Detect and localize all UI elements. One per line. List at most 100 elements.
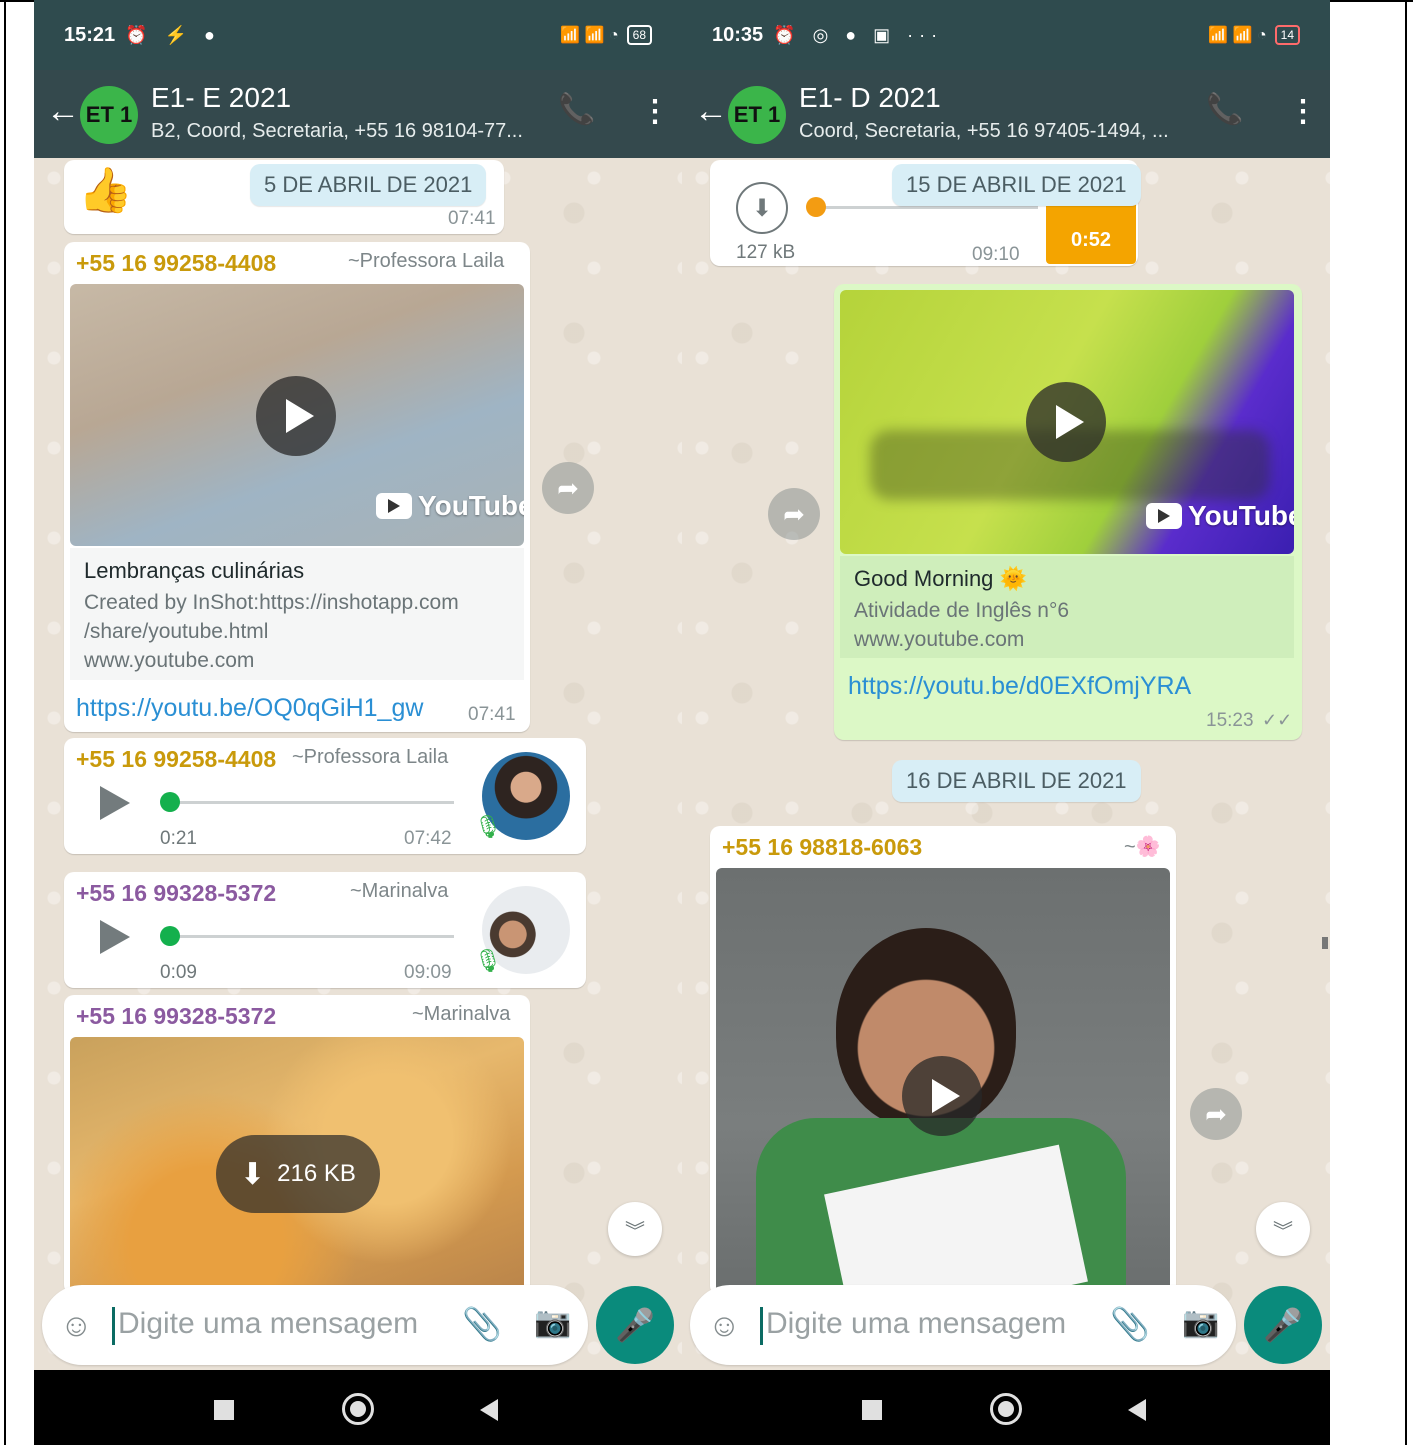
chat-header: ← ET 1 E1- D 2021 Coord, Secretaria, +55… bbox=[682, 70, 1330, 158]
message-time: 07:41 bbox=[448, 208, 496, 229]
thumbs-up-emoji: 👍 bbox=[78, 166, 133, 215]
voice-progress-handle[interactable] bbox=[160, 926, 180, 946]
sender-phone[interactable]: +55 16 99258-4408 bbox=[76, 250, 276, 277]
add-call-icon[interactable]: 📞 bbox=[558, 92, 595, 127]
voice-message[interactable]: +55 16 99328-5372 ~Marinalva 0:09 09:09 … bbox=[64, 872, 586, 988]
group-avatar[interactable]: ET 1 bbox=[80, 86, 138, 144]
audio-progress-handle[interactable] bbox=[806, 197, 826, 217]
image-size: 216 KB bbox=[277, 1160, 356, 1187]
message-time: 09:10 bbox=[972, 244, 1020, 265]
voice-message[interactable]: +55 16 99258-4408 ~Professora Laila 0:21… bbox=[64, 738, 586, 854]
link-preview[interactable]: Lembranças culinárias Created by InShot:… bbox=[70, 548, 524, 680]
play-icon[interactable] bbox=[256, 376, 336, 456]
chat-title[interactable]: E1- E 2021 bbox=[151, 82, 291, 114]
sender-name: ~Marinalva bbox=[350, 880, 449, 902]
back-arrow-icon[interactable]: ← bbox=[46, 92, 80, 131]
sender-phone[interactable]: +55 16 99328-5372 bbox=[76, 1003, 276, 1030]
android-nav-bar bbox=[682, 1370, 1330, 1445]
back-arrow-icon[interactable]: ← bbox=[694, 92, 728, 131]
sender-phone[interactable]: +55 16 98818-6063 bbox=[722, 834, 922, 861]
home-icon[interactable] bbox=[990, 1393, 1022, 1425]
voice-progress-track[interactable] bbox=[170, 801, 454, 804]
play-icon[interactable] bbox=[902, 1056, 982, 1136]
status-icons: ⏰ ⚡ ● bbox=[125, 24, 221, 45]
message-input[interactable]: Digite uma mensagem bbox=[766, 1307, 1066, 1341]
status-time: 15:21 bbox=[64, 23, 116, 46]
youtube-logo: YouTube bbox=[376, 490, 524, 522]
link-title: Lembranças culinárias bbox=[84, 558, 305, 583]
video-message[interactable]: +55 16 99258-4408 ~Professora Laila YouT… bbox=[64, 242, 530, 732]
status-icons: ⏰ ◎ ● ▣ ··· bbox=[773, 24, 944, 45]
frame-left bbox=[4, 0, 6, 1445]
sender-phone[interactable]: +55 16 99328-5372 bbox=[76, 880, 276, 907]
audio-progress-track[interactable] bbox=[818, 206, 1038, 209]
recent-apps-icon[interactable] bbox=[862, 1400, 882, 1420]
video-thumbnail[interactable] bbox=[716, 868, 1170, 1296]
image-thumbnail[interactable]: ⬇ 216 KB bbox=[70, 1037, 524, 1295]
video-thumbnail[interactable]: YouTube bbox=[70, 284, 524, 546]
home-icon[interactable] bbox=[342, 1393, 374, 1425]
voice-progress-handle[interactable] bbox=[160, 792, 180, 812]
nav-back-icon[interactable] bbox=[1128, 1399, 1146, 1421]
play-icon[interactable] bbox=[100, 920, 130, 954]
message-time: 07:41 bbox=[468, 704, 516, 725]
chat-participants[interactable]: B2, Coord, Secretaria, +55 16 98104-77..… bbox=[151, 120, 551, 143]
signal-icon: 📶 📶 ◔ bbox=[1208, 27, 1267, 44]
recent-apps-icon[interactable] bbox=[214, 1400, 234, 1420]
message-time: 15:23 bbox=[1206, 710, 1254, 731]
video-thumbnail[interactable]: YouTube bbox=[840, 290, 1294, 554]
scroll-to-bottom-button[interactable]: ︾ bbox=[1256, 1202, 1310, 1256]
android-nav-bar bbox=[34, 1370, 682, 1445]
download-icon: ⬇ bbox=[240, 1157, 266, 1191]
chat-participants[interactable]: Coord, Secretaria, +55 16 97405-1494, ..… bbox=[799, 120, 1199, 143]
emoji-icon[interactable]: ☺ bbox=[708, 1307, 741, 1344]
video-link[interactable]: https://youtu.be/OQ0qGiH1_gw bbox=[76, 694, 423, 723]
chat-title[interactable]: E1- D 2021 bbox=[799, 82, 941, 114]
attach-icon[interactable]: 📎 bbox=[462, 1305, 502, 1343]
voice-record-button[interactable]: 🎤 bbox=[596, 1286, 674, 1364]
add-call-icon[interactable]: 📞 bbox=[1206, 92, 1243, 127]
message-time: 07:42 bbox=[404, 828, 452, 849]
camera-icon[interactable]: 📷 bbox=[1182, 1305, 1219, 1340]
play-icon[interactable] bbox=[100, 786, 130, 820]
emoji-icon[interactable]: ☺ bbox=[60, 1307, 93, 1344]
download-icon[interactable]: ⬇ bbox=[736, 182, 788, 234]
forward-icon[interactable]: ➦ bbox=[542, 462, 594, 514]
date-separator: 16 DE ABRIL DE 2021 bbox=[892, 760, 1141, 802]
play-icon[interactable] bbox=[1026, 382, 1106, 462]
attach-icon[interactable]: 📎 bbox=[1110, 1305, 1150, 1343]
camera-icon[interactable]: 📷 bbox=[534, 1305, 571, 1340]
link-domain: www.youtube.com bbox=[854, 628, 1025, 651]
link-preview[interactable]: Good Morning 🌞 Atividade de Inglês n°6 w… bbox=[840, 556, 1294, 658]
message-input-bar[interactable]: ☺ Digite uma mensagem 📎 📷 bbox=[42, 1285, 588, 1365]
message-input-bar[interactable]: ☺ Digite uma mensagem 📎 📷 bbox=[690, 1285, 1236, 1365]
video-message[interactable]: +55 16 98818-6063 ~🌸 bbox=[710, 826, 1176, 1296]
sender-name: ~🌸 bbox=[1124, 836, 1161, 858]
more-options-icon[interactable]: ⋮ bbox=[640, 94, 670, 129]
status-time: 10:35 bbox=[712, 23, 764, 46]
message-input[interactable]: Digite uma mensagem bbox=[118, 1307, 418, 1341]
voice-progress-track[interactable] bbox=[170, 935, 454, 938]
read-ticks-icon: ✓✓ bbox=[1262, 710, 1293, 730]
more-options-icon[interactable]: ⋮ bbox=[1288, 94, 1318, 129]
outgoing-video-message[interactable]: YouTube Good Morning 🌞 Atividade de Ingl… bbox=[834, 284, 1302, 740]
link-domain: www.youtube.com bbox=[84, 649, 255, 672]
chat-screen-left: 15:21 ⏰ ⚡ ● 📶 📶 ◔ 68 ← ET 1 E1- E 2021 B… bbox=[34, 0, 682, 1445]
download-button[interactable]: ⬇ 216 KB bbox=[216, 1135, 380, 1213]
group-avatar[interactable]: ET 1 bbox=[728, 86, 786, 144]
scroll-to-bottom-button[interactable]: ︾ bbox=[608, 1202, 662, 1256]
link-desc-2: /share/youtube.html bbox=[84, 620, 269, 643]
status-bar: 10:35 ⏰ ◎ ● ▣ ··· 📶 📶 ◔ 14 bbox=[682, 0, 1330, 70]
forward-icon[interactable]: ➦ bbox=[768, 488, 820, 540]
text-cursor bbox=[112, 1307, 115, 1345]
nav-back-icon[interactable] bbox=[480, 1399, 498, 1421]
sender-phone[interactable]: +55 16 99258-4408 bbox=[76, 746, 276, 773]
video-link[interactable]: https://youtu.be/d0EXfOmjYRA bbox=[848, 672, 1191, 701]
audio-duration: 0:52 bbox=[1070, 229, 1112, 251]
image-message[interactable]: +55 16 99328-5372 ~Marinalva ⬇ 216 KB bbox=[64, 995, 530, 1295]
sender-name: ~Marinalva bbox=[412, 1003, 511, 1025]
forward-icon[interactable]: ➦ bbox=[1190, 1088, 1242, 1140]
voice-record-button[interactable]: 🎤 bbox=[1244, 1286, 1322, 1364]
scrollbar-thumb[interactable] bbox=[1322, 937, 1328, 949]
audio-size: 127 kB bbox=[736, 242, 796, 263]
